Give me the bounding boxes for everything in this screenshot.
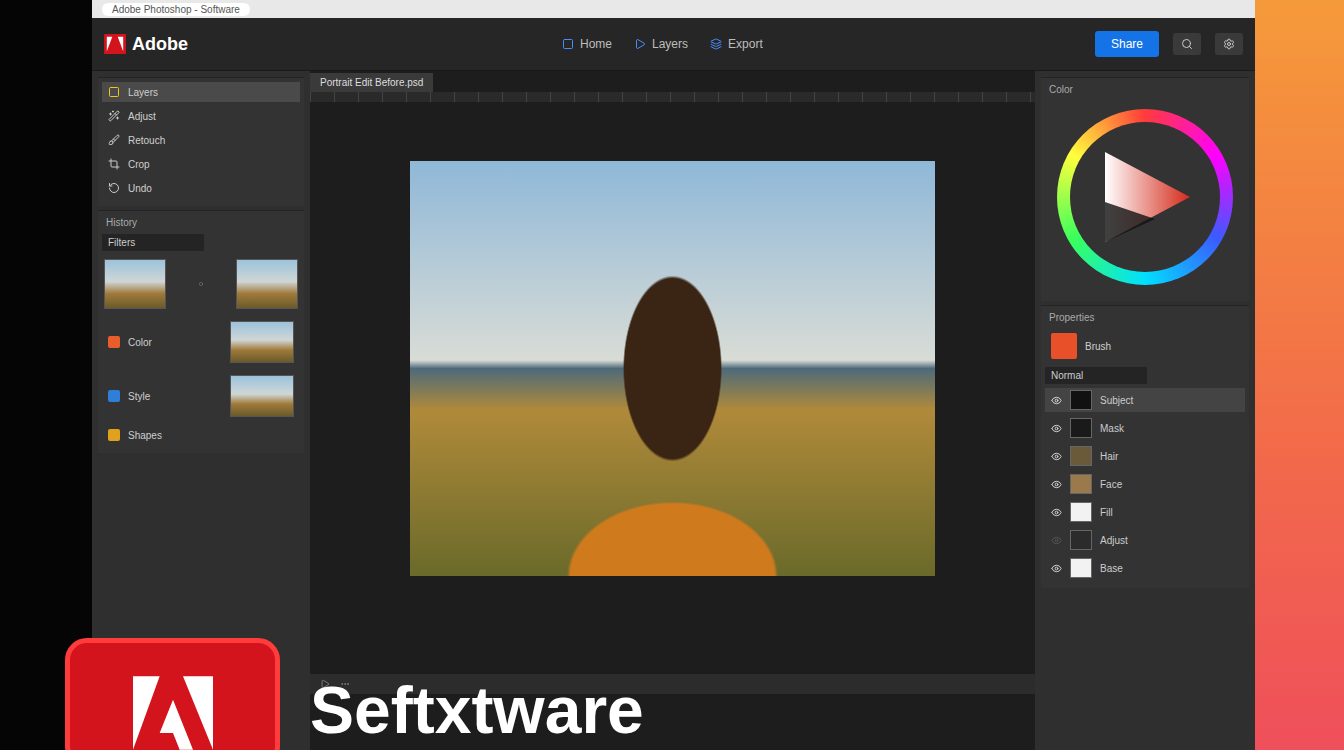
settings-button[interactable] bbox=[1215, 33, 1243, 55]
tool-icon bbox=[108, 134, 120, 146]
layer-row[interactable]: Fill bbox=[1045, 500, 1245, 524]
tools-section: Layers Adjust Retouch Crop Undo bbox=[98, 77, 304, 206]
layer-thumbnail bbox=[1070, 418, 1092, 438]
layer-row[interactable]: Adjust bbox=[1045, 528, 1245, 552]
asset-row[interactable]: Color bbox=[102, 317, 300, 367]
stage bbox=[310, 102, 1035, 674]
photo-thumbnail[interactable] bbox=[230, 321, 294, 363]
adobe-a-icon bbox=[133, 673, 213, 750]
adobe-logo bbox=[65, 638, 280, 750]
layer-row[interactable]: Face bbox=[1045, 472, 1245, 496]
asset-swatch bbox=[108, 390, 120, 402]
gear-icon bbox=[1223, 38, 1235, 50]
app-header: Adobe Home Layers Export Share bbox=[92, 18, 1255, 71]
photo[interactable] bbox=[410, 161, 935, 576]
tool-icon bbox=[108, 158, 120, 170]
dot-icon bbox=[199, 282, 203, 286]
layer-thumbnail bbox=[1070, 390, 1092, 410]
adobe-logo-icon bbox=[104, 34, 126, 54]
backdrop-right bbox=[1255, 0, 1344, 750]
layer-thumbnail bbox=[1070, 474, 1092, 494]
photo-thumbnail[interactable] bbox=[104, 259, 166, 309]
menu-item[interactable]: Export bbox=[710, 37, 763, 51]
section-title: Color bbox=[1045, 82, 1245, 97]
color-section: Color bbox=[1041, 77, 1249, 301]
menu-icon bbox=[634, 38, 646, 50]
asset-swatch bbox=[108, 336, 120, 348]
tool-icon bbox=[108, 182, 120, 194]
menu-icon bbox=[710, 38, 722, 50]
layer-thumbnail bbox=[1070, 502, 1092, 522]
eye-icon[interactable] bbox=[1051, 451, 1062, 462]
tool-row[interactable]: Layers bbox=[102, 82, 300, 102]
asset-row[interactable]: Style bbox=[102, 371, 300, 421]
eye-icon[interactable] bbox=[1051, 479, 1062, 490]
document-tab[interactable]: Portrait Edit Before.psd bbox=[310, 73, 433, 92]
filter-field[interactable]: Filters bbox=[102, 234, 204, 251]
properties-section: Properties Brush Normal Subject Mask Hair Face… bbox=[1041, 305, 1249, 588]
layer-thumbnail bbox=[1070, 530, 1092, 550]
thumb-row bbox=[102, 255, 300, 313]
search-button[interactable] bbox=[1173, 33, 1201, 55]
layer-row[interactable]: Base bbox=[1045, 556, 1245, 580]
eye-icon[interactable] bbox=[1051, 563, 1062, 574]
eye-icon[interactable] bbox=[1051, 395, 1062, 406]
tool-icon bbox=[108, 110, 120, 122]
app-window: Adobe Photoshop - Software Adobe Home Layer… bbox=[92, 0, 1255, 750]
share-button[interactable]: Share bbox=[1095, 31, 1159, 57]
tool-row[interactable]: Undo bbox=[102, 178, 300, 198]
eye-icon[interactable] bbox=[1051, 507, 1062, 518]
brush-swatch bbox=[1051, 333, 1077, 359]
layer-row[interactable]: Subject bbox=[1045, 388, 1245, 412]
canvas-area: Portrait Edit Before.psd bbox=[310, 71, 1035, 750]
screen: Adobe Photoshop - Software Adobe Home Layer… bbox=[0, 0, 1344, 750]
ruler bbox=[310, 92, 1035, 102]
tool-icon bbox=[108, 86, 120, 98]
preset-row[interactable]: Brush bbox=[1045, 329, 1245, 363]
right-panel: Color Properties Brush Normal Subject Mask Hai… bbox=[1035, 71, 1255, 750]
tool-row[interactable]: Adjust bbox=[102, 106, 300, 126]
browser-bar: Adobe Photoshop - Software bbox=[92, 0, 1255, 18]
menu-bar: Home Layers Export bbox=[562, 37, 1081, 51]
section-title: History bbox=[102, 215, 300, 230]
asset-row[interactable]: Shapes bbox=[102, 425, 300, 445]
layer-thumbnail bbox=[1070, 558, 1092, 578]
brand[interactable]: Adobe bbox=[104, 34, 188, 55]
menu-icon bbox=[562, 38, 574, 50]
headline: Seftxtware bbox=[310, 676, 644, 745]
history-section: History Filters ColorStyle Shapes bbox=[98, 210, 304, 453]
section-title: Properties bbox=[1045, 310, 1245, 325]
tool-row[interactable]: Crop bbox=[102, 154, 300, 174]
address-bar[interactable]: Adobe Photoshop - Software bbox=[102, 3, 250, 16]
menu-item[interactable]: Layers bbox=[634, 37, 688, 51]
eye-icon[interactable] bbox=[1051, 423, 1062, 434]
eye-icon[interactable] bbox=[1051, 535, 1062, 546]
search-icon bbox=[1181, 38, 1193, 50]
color-triangle-icon bbox=[1095, 147, 1195, 247]
backdrop-left bbox=[0, 0, 92, 750]
layer-row[interactable]: Hair bbox=[1045, 444, 1245, 468]
tool-row[interactable]: Retouch bbox=[102, 130, 300, 150]
layer-row[interactable]: Mask bbox=[1045, 416, 1245, 440]
layer-thumbnail bbox=[1070, 446, 1092, 466]
photo-thumbnail[interactable] bbox=[236, 259, 298, 309]
asset-swatch bbox=[108, 429, 120, 441]
photo-thumbnail[interactable] bbox=[230, 375, 294, 417]
menu-item[interactable]: Home bbox=[562, 37, 612, 51]
blend-mode-field[interactable]: Normal bbox=[1045, 367, 1147, 384]
color-wheel[interactable] bbox=[1057, 109, 1233, 285]
